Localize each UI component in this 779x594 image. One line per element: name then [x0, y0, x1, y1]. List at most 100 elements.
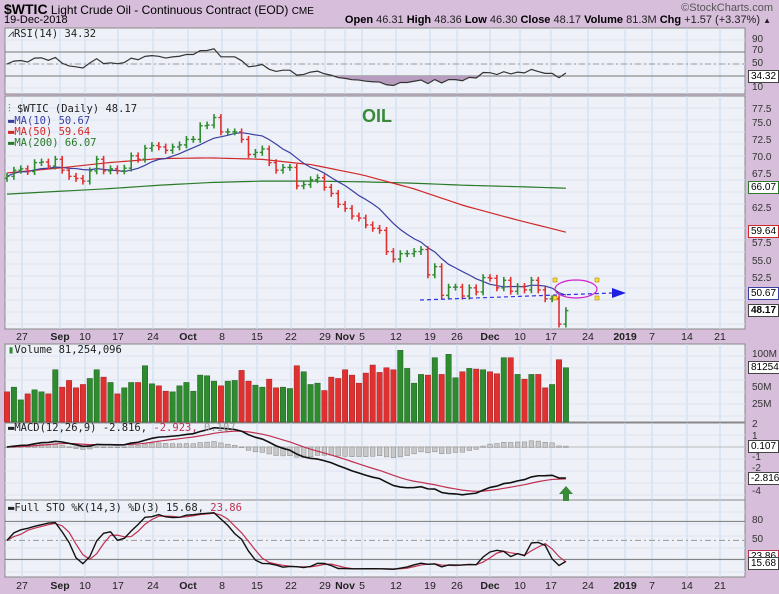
volume-bar — [473, 368, 480, 423]
volume-bar — [376, 372, 383, 423]
date-axis-label: 7 — [649, 580, 655, 592]
rsi-panel — [4, 27, 746, 95]
rsi-value-tag: 34.32 — [748, 70, 779, 83]
selection-handle — [552, 277, 558, 283]
volume-bar — [59, 386, 66, 423]
axis-tick-label: 70 — [752, 45, 764, 56]
axis-tick-label: 100M — [752, 349, 778, 360]
volume-bar — [349, 374, 355, 423]
date-axis-label: 17 — [112, 331, 124, 343]
volume-bar — [321, 390, 328, 423]
macd-histogram-bar — [87, 446, 93, 450]
volume-bar — [342, 369, 349, 423]
macd-histogram-bar — [218, 442, 224, 448]
volume-bar — [231, 380, 238, 423]
date-axis-label: 27 — [16, 331, 28, 343]
volume-bar — [355, 382, 362, 423]
volume-bar — [307, 384, 314, 423]
ma50-value-tag: 59.64 — [748, 225, 779, 238]
macd-histogram-bar — [521, 441, 528, 448]
axis-tick-label: 2 — [752, 419, 758, 430]
date-axis-label: Oct — [179, 331, 197, 343]
macd-histogram-bar — [397, 446, 403, 458]
volume-bar — [286, 388, 293, 423]
ma10-value-tag: 50.67 — [748, 287, 779, 300]
volume-legend: ▮Volume 81,254,096 — [8, 344, 122, 356]
macd-histogram-bar — [190, 443, 196, 448]
macd-histogram-bar — [204, 441, 210, 448]
macd-histogram-bar — [494, 443, 500, 448]
axis-tick-label: 75.0 — [752, 118, 772, 129]
volume-bar — [500, 357, 507, 423]
volume-value-tag: 812540 — [748, 361, 779, 374]
volume-bar — [556, 359, 562, 423]
axis-tick-label: 10 — [752, 82, 764, 93]
selection-handle — [552, 295, 558, 301]
date-axis-label: 19 — [424, 580, 436, 592]
macd-histogram-bar — [245, 446, 252, 451]
volume-bar — [259, 386, 266, 423]
macd-histogram-bar — [294, 446, 300, 458]
volume-bar — [86, 378, 93, 423]
volume-bar — [493, 373, 500, 423]
volume-bar — [445, 354, 452, 423]
volume-bar — [293, 365, 300, 423]
volume-bar — [397, 350, 404, 423]
macd-histogram-bar — [80, 446, 86, 450]
date-axis-label: Dec — [480, 580, 500, 592]
date-axis-label: 10 — [79, 331, 91, 343]
selection-handle — [594, 295, 600, 301]
volume-bar — [280, 386, 286, 423]
axis-tick-label: 70.0 — [752, 152, 772, 163]
macd-histogram-bar — [66, 446, 72, 448]
macd-histogram-bar — [466, 446, 472, 451]
macd-histogram-bar — [556, 445, 562, 448]
date-axis-label: Sep — [50, 331, 70, 343]
date-axis-label: 21 — [714, 331, 726, 343]
oil-annotation: OIL — [362, 106, 392, 126]
date-axis-label: 17 — [545, 331, 557, 343]
volume-bar — [266, 378, 273, 423]
macd-histogram-bar — [446, 446, 452, 454]
macd-histogram-bar — [170, 443, 176, 448]
volume-bar — [507, 357, 514, 423]
macd-histogram-bar — [501, 442, 507, 448]
date-axis-label: 22 — [285, 331, 297, 343]
macd-histogram-bar — [528, 440, 534, 448]
volume-bar — [217, 385, 224, 423]
volume-bar — [452, 377, 459, 423]
macd-histogram-bar — [356, 446, 362, 457]
date-axis-label: 5 — [359, 331, 365, 343]
date-axis-label: 15 — [251, 331, 263, 343]
sto-k-tag: 15.68 — [748, 557, 779, 570]
date-axis-label: 10 — [79, 580, 91, 592]
volume-bar — [79, 384, 86, 423]
volume-bar — [10, 386, 17, 423]
volume-bar — [31, 389, 38, 423]
volume-bar — [514, 374, 521, 423]
axis-tick-label: 90 — [752, 34, 764, 45]
macd-histogram-bar — [114, 446, 120, 448]
volume-bar — [528, 374, 535, 423]
macd-histogram-bar — [383, 446, 390, 458]
macd-histogram-bar — [273, 446, 279, 456]
macd-histogram-bar — [52, 444, 58, 448]
date-axis-label: 24 — [582, 331, 594, 343]
macd-histogram-bar — [239, 446, 245, 448]
macd-histogram-bar — [252, 446, 258, 453]
volume-bar — [197, 374, 204, 423]
macd-histogram-bar — [377, 446, 383, 456]
macd-histogram-bar — [404, 446, 410, 456]
macd-histogram-bar — [107, 446, 114, 448]
date-axis-label: 29 — [319, 580, 331, 592]
macd-histogram-bar — [535, 440, 541, 448]
volume-bar — [169, 391, 176, 423]
volume-bar — [142, 365, 148, 423]
macd-histogram-bar — [135, 445, 141, 448]
macd-histogram-bar — [487, 443, 493, 448]
macd-hist-tag: 0.107 — [748, 440, 779, 453]
macd-histogram-bar — [452, 446, 459, 453]
date-axis-label: 21 — [714, 580, 726, 592]
volume-bar — [211, 380, 217, 423]
volume-bar — [383, 367, 390, 423]
